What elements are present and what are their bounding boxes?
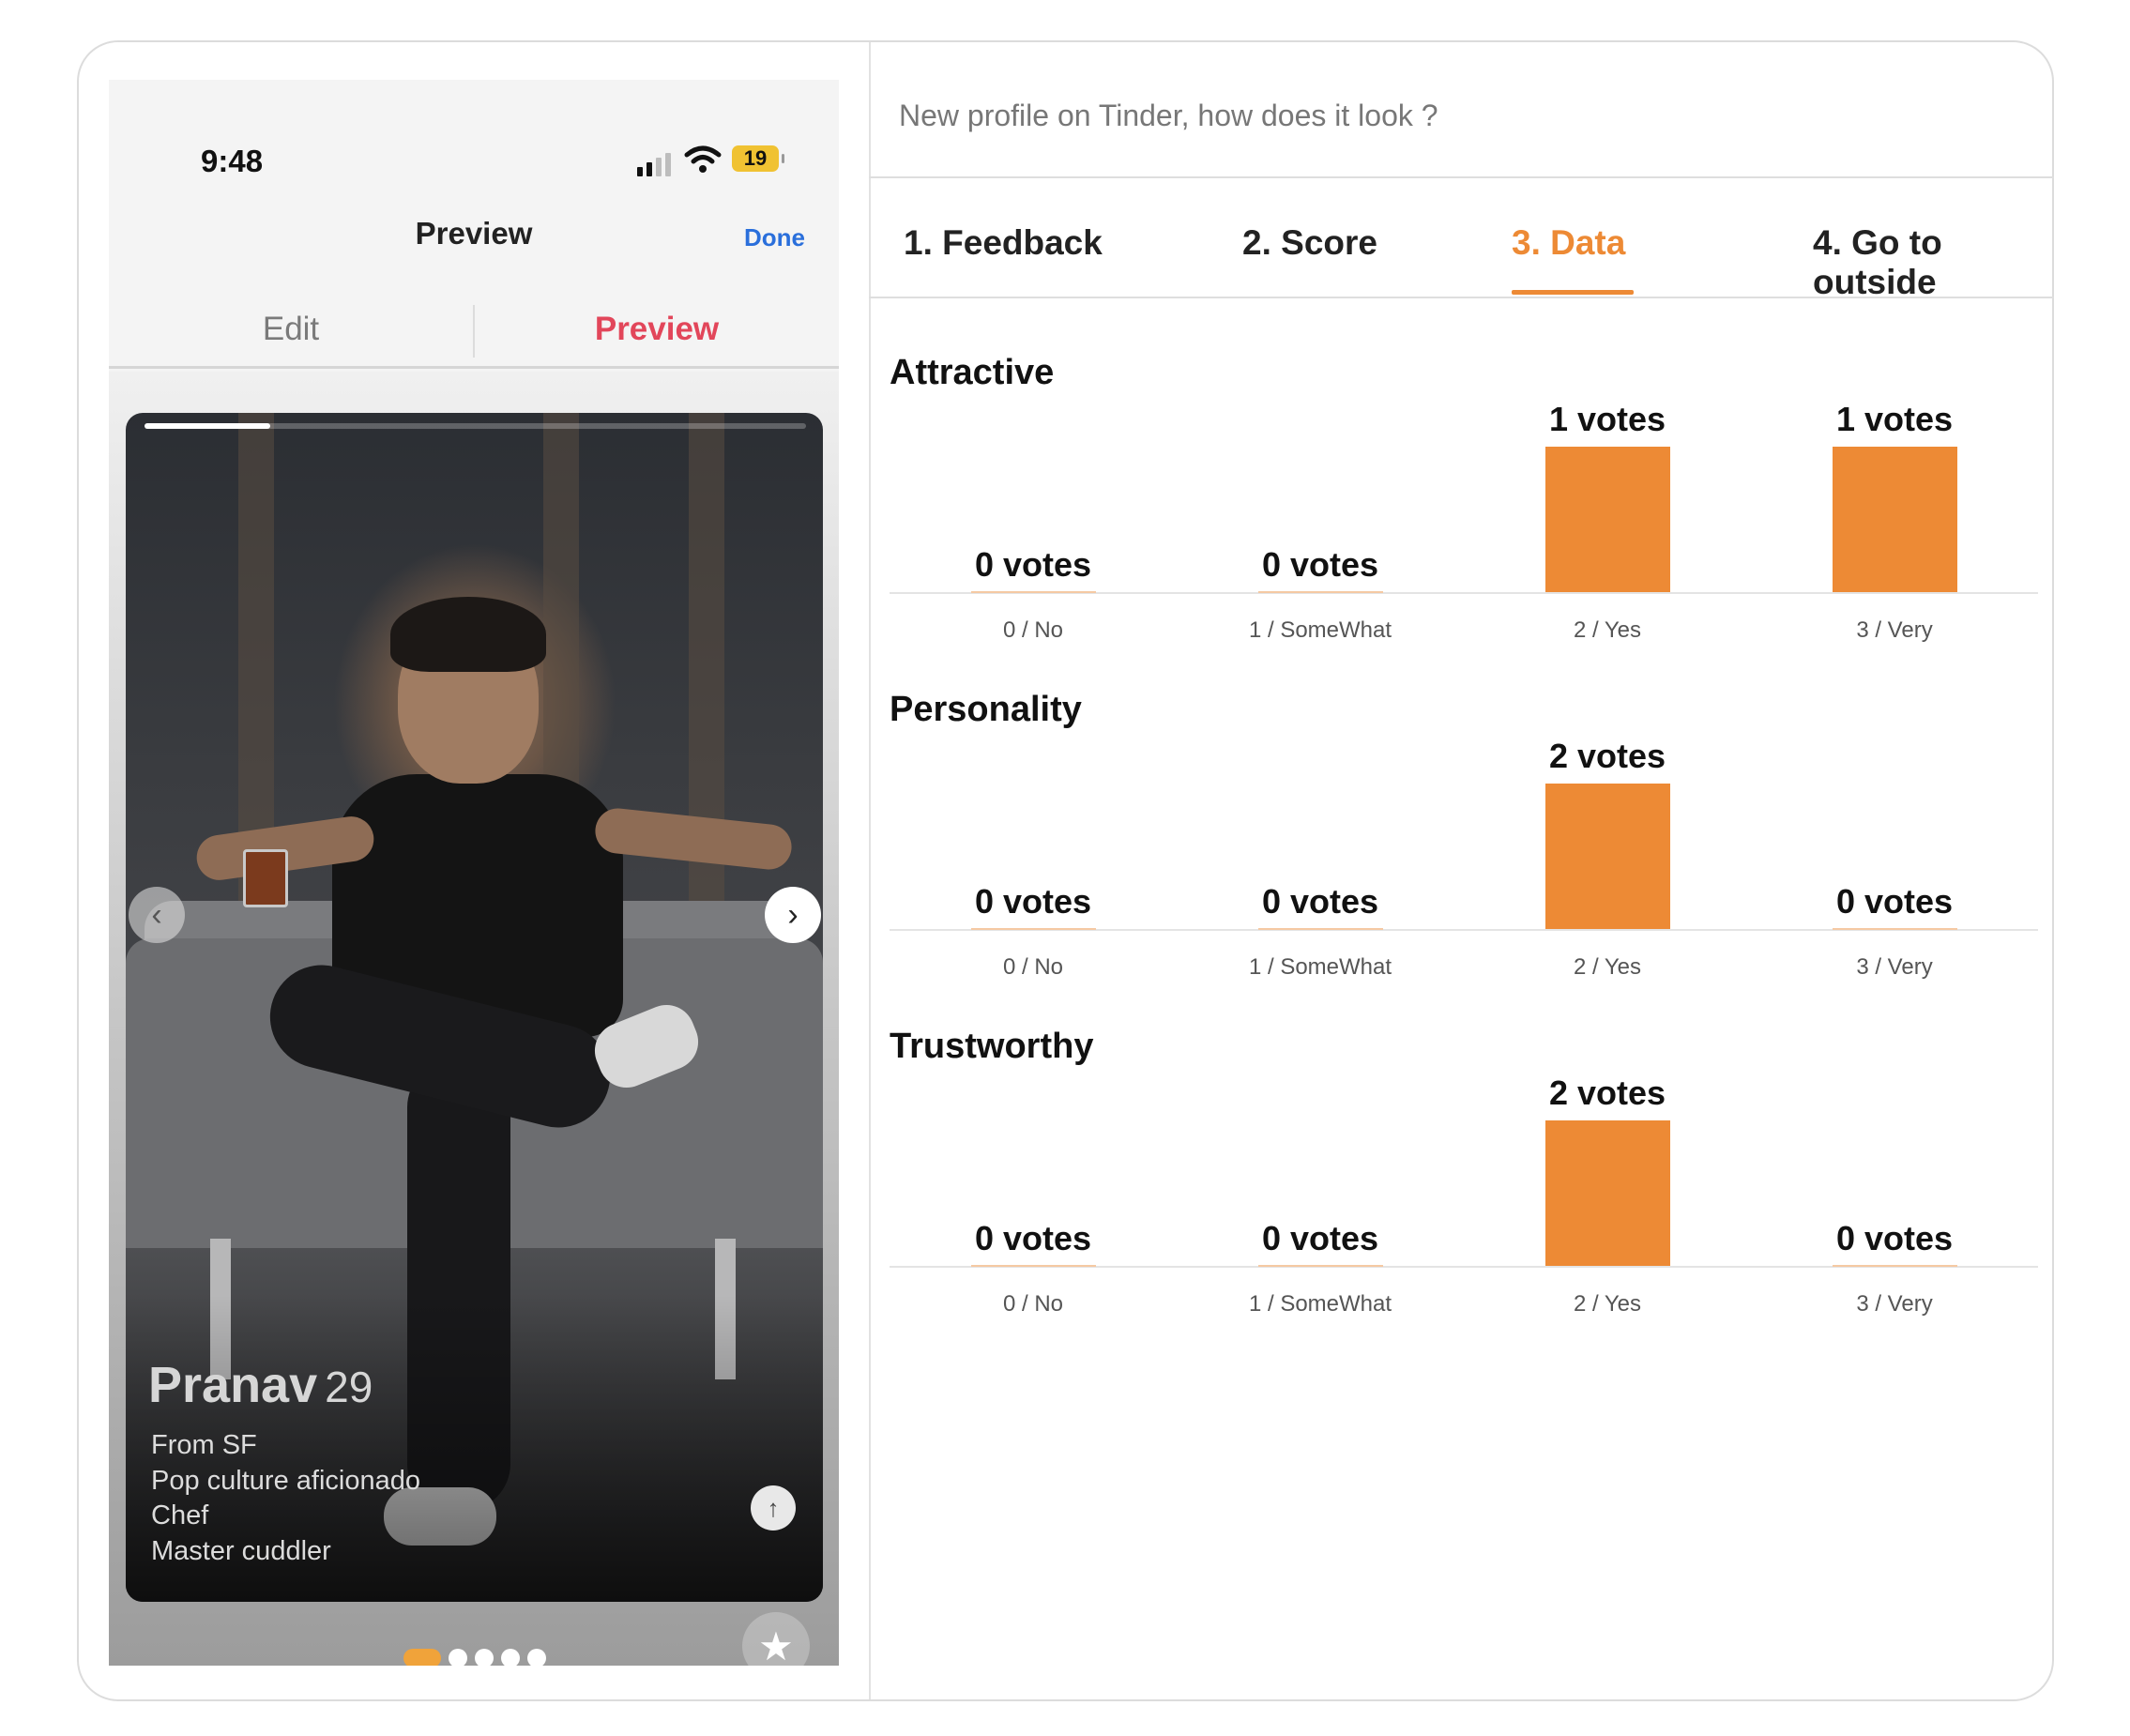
photo-progress-fill	[145, 423, 270, 429]
bio-line: Chef	[151, 1500, 209, 1530]
signal-icon	[637, 153, 671, 176]
post-title: New profile on Tinder, how does it look …	[899, 99, 1438, 132]
chart-attractive: Attractive 0 votes 0 / No 0 votes 1 / SomeWh…	[890, 353, 2038, 662]
chevron-left-icon[interactable]: ‹	[129, 887, 185, 943]
glass	[243, 849, 288, 907]
phone-screenshot: 9:48 19 Preview Done Edit Preview ‹ › Pr…	[109, 80, 839, 1666]
profile-bio: From SF Pop culture aficionado Chef Mast…	[151, 1428, 420, 1569]
bar-column: 2 votes 2 / Yes	[1464, 690, 1751, 999]
bar	[971, 591, 1096, 593]
arrow-up-icon[interactable]: ↑	[751, 1485, 796, 1530]
bar-column: 1 votes 3 / Very	[1751, 353, 2038, 662]
bar	[1258, 1265, 1383, 1267]
bar	[1545, 784, 1670, 929]
category-label: 3 / Very	[1856, 617, 1933, 643]
pagination-dot[interactable]	[449, 1649, 467, 1666]
status-time: 9:48	[201, 144, 264, 178]
pagination-dot[interactable]	[475, 1649, 494, 1666]
bar	[1833, 447, 1957, 592]
chart-personality: Personality 0 votes 0 / No 0 votes 1 / SomeW…	[890, 690, 2038, 999]
segment-edit[interactable]: Edit	[109, 311, 473, 348]
bar	[1545, 447, 1670, 592]
category-label: 2 / Yes	[1573, 617, 1642, 643]
bar	[1545, 1120, 1670, 1266]
person-hair	[390, 597, 546, 672]
wifi-icon	[684, 145, 722, 173]
bar-value-label: 0 votes	[974, 545, 1092, 584]
bar-value-label: 0 votes	[1261, 1219, 1379, 1257]
bar-column: 1 votes 2 / Yes	[1464, 353, 1751, 662]
tab-active-underline	[1512, 290, 1634, 295]
category-label: 0 / No	[1002, 1291, 1064, 1317]
segment-preview[interactable]: Preview	[475, 311, 839, 348]
bar-value-label: 0 votes	[1261, 545, 1379, 584]
category-label: 2 / Yes	[1573, 1291, 1642, 1317]
chart-trustworthy: Trustworthy 0 votes 0 / No 0 votes 1 / SomeW…	[890, 1027, 2038, 1336]
bar	[971, 928, 1096, 930]
bar-value-label: 0 votes	[1835, 882, 1954, 921]
category-label: 3 / Very	[1856, 954, 1933, 980]
bar-column: 0 votes 1 / SomeWhat	[1177, 353, 1464, 662]
tab-bar: 1. Feedback 2. Score 3. Data 4. Go to ou…	[869, 178, 2054, 301]
photo-progress-bar	[145, 423, 806, 429]
bar-value-label: 0 votes	[974, 882, 1092, 921]
tab-go-to-outside[interactable]: 4. Go to outside	[1813, 223, 2054, 302]
bar-value-label: 2 votes	[1548, 1074, 1666, 1112]
bar-value-label: 0 votes	[1835, 1219, 1954, 1257]
category-label: 3 / Very	[1856, 1291, 1933, 1317]
bar-value-label: 1 votes	[1835, 400, 1954, 438]
bar-column: 0 votes 0 / No	[890, 1027, 1177, 1336]
tab-score[interactable]: 2. Score	[1242, 223, 1377, 263]
pagination-dot[interactable]	[527, 1649, 546, 1666]
done-button[interactable]: Done	[744, 223, 805, 252]
category-label: 1 / SomeWhat	[1248, 617, 1392, 643]
category-label: 1 / SomeWhat	[1248, 1291, 1392, 1317]
bar-column: 0 votes 1 / SomeWhat	[1177, 1027, 1464, 1336]
photo-pagination-dots	[403, 1649, 546, 1666]
pagination-dot[interactable]	[501, 1649, 520, 1666]
tab-feedback[interactable]: 1. Feedback	[904, 223, 1103, 263]
bar	[1258, 591, 1383, 593]
profile-age: 29	[325, 1363, 373, 1411]
profile-name-text: Pranav	[148, 1357, 318, 1413]
battery-level: 19	[743, 146, 768, 170]
bar-value-label: 0 votes	[1261, 882, 1379, 921]
bio-line: From SF	[151, 1430, 257, 1460]
bar-column: 2 votes 2 / Yes	[1464, 1027, 1751, 1336]
bar-column: 0 votes 3 / Very	[1751, 1027, 2038, 1336]
profile-name: Pranav 29	[148, 1356, 373, 1414]
bar	[971, 1265, 1096, 1267]
edit-preview-segmented-control: Edit Preview	[109, 294, 839, 369]
bar-column: 0 votes 3 / Very	[1751, 690, 2038, 999]
nav-title: Preview	[415, 216, 533, 251]
chevron-right-icon[interactable]: ›	[765, 887, 821, 943]
category-label: 2 / Yes	[1573, 954, 1642, 980]
bar	[1833, 928, 1957, 930]
bar	[1258, 928, 1383, 930]
battery-indicator: 19	[732, 145, 784, 172]
pagination-dot[interactable]	[403, 1649, 441, 1666]
bar-column: 0 votes 0 / No	[890, 353, 1177, 662]
profile-photo[interactable]: ‹ › Pranav 29 From SF Pop culture aficion…	[126, 413, 823, 1602]
category-label: 1 / SomeWhat	[1248, 954, 1392, 980]
tab-data[interactable]: 3. Data	[1512, 223, 1625, 263]
bar-value-label: 0 votes	[974, 1219, 1092, 1257]
category-label: 0 / No	[1002, 617, 1064, 643]
category-label: 0 / No	[1002, 954, 1064, 980]
bar-value-label: 2 votes	[1548, 737, 1666, 775]
bio-line: Pop culture aficionado	[151, 1465, 420, 1496]
bar-column: 0 votes 0 / No	[890, 690, 1177, 999]
bar-column: 0 votes 1 / SomeWhat	[1177, 690, 1464, 999]
bio-line: Master cuddler	[151, 1535, 331, 1566]
bar-value-label: 1 votes	[1548, 400, 1666, 438]
bar	[1833, 1265, 1957, 1267]
